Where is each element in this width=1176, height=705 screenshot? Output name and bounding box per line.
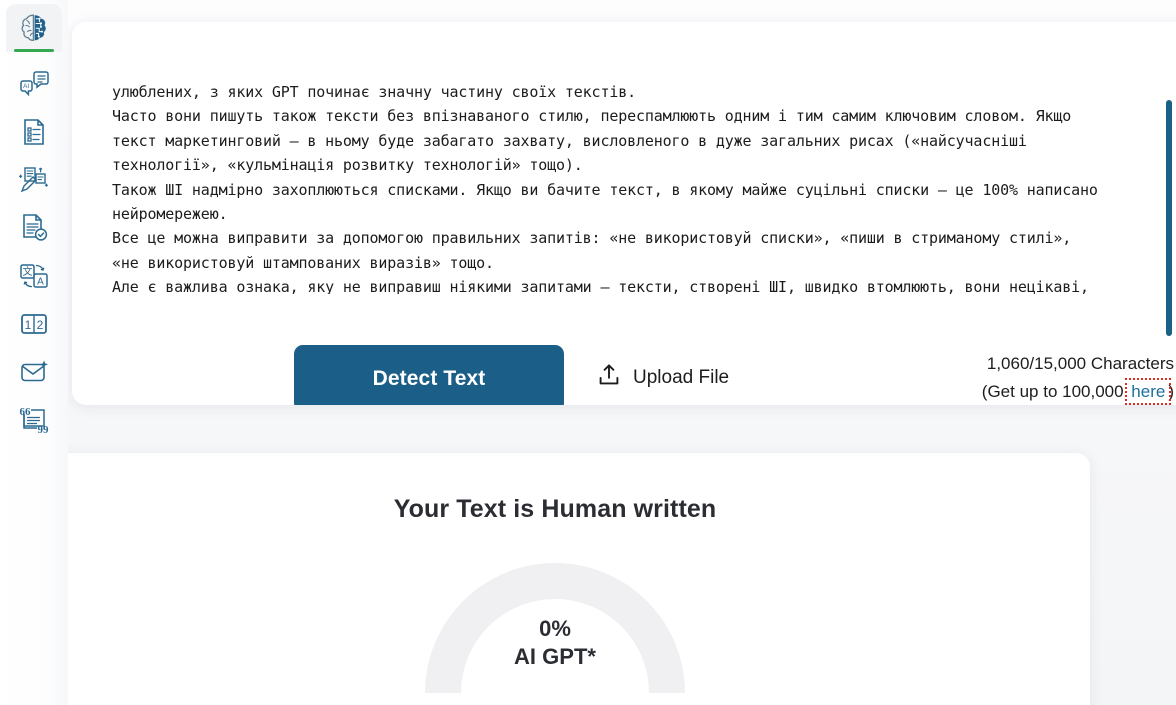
sidebar-item-ai-chat[interactable]: AI (6, 60, 62, 108)
editor-controls-row: Detect Text Upload File 1,060/15,000 Cha… (72, 322, 1176, 405)
gauge-labels: 0% AI GPT* (425, 615, 685, 671)
gauge-percent-value: 0% (539, 616, 571, 641)
sidebar-item-rewriter[interactable] (6, 156, 62, 204)
svg-text:66: 66 (20, 406, 32, 418)
brain-ai-icon (17, 11, 51, 45)
svg-text:AI: AI (23, 83, 29, 90)
editor-card: улюблених, з яких GPT починає значну час… (72, 22, 1176, 405)
ai-chat-bubbles-icon: AI (18, 68, 50, 100)
upgrade-hint: (Get up to 100,000 here) (982, 378, 1174, 405)
text-rewriter-pencil-icon (18, 165, 50, 195)
upgrade-here-link[interactable]: here (1125, 378, 1172, 405)
sidebar-item-translator[interactable]: 文 A (6, 252, 62, 300)
result-card: Your Text is Human written 0% AI GPT* (20, 453, 1090, 705)
sidebar-item-ai-detector[interactable] (6, 4, 62, 52)
quote-citation-icon: 66 99 (18, 406, 50, 434)
sidebar-rail: AI 文 A 1 2 66 99 (0, 0, 68, 705)
editor-scrollbar-thumb[interactable] (1166, 100, 1172, 336)
upload-file-label: Upload File (633, 366, 730, 388)
character-count-text: 1,060/15,000 Characters (986, 354, 1174, 373)
sidebar-item-email-writer[interactable] (6, 348, 62, 396)
verdict-heading: Your Text is Human written (393, 495, 717, 523)
editor-text-content[interactable]: улюблених, з яких GPT починає значну час… (112, 80, 1174, 294)
clipped-scrolled-line (112, 22, 1112, 34)
sidebar-item-content-checklist[interactable] (6, 108, 62, 156)
svg-text:文: 文 (23, 265, 33, 278)
gauge-metric-label: AI GPT* (514, 644, 596, 670)
upgrade-hint-prefix: (Get up to 100,000 (981, 382, 1129, 401)
translate-icon: 文 A (18, 261, 50, 291)
upload-icon (596, 362, 622, 393)
character-counter: 1,060/15,000 Characters (Get up to 100,0… (982, 350, 1174, 405)
document-check-icon (19, 213, 49, 243)
detect-text-button[interactable]: Detect Text (294, 345, 564, 405)
app-page: AI 文 A 1 2 66 99 улюблених, з яких GPT п… (0, 0, 1176, 705)
text-input-area[interactable]: улюблених, з яких GPT починає значну час… (72, 22, 1176, 294)
email-sparkle-icon (18, 358, 50, 386)
sidebar-item-proofreader[interactable] (6, 204, 62, 252)
ai-score-gauge: 0% AI GPT* (425, 553, 685, 693)
number-counter-icon: 1 2 (19, 311, 49, 337)
upgrade-hint-suffix: ) (1168, 382, 1174, 401)
upload-file-button[interactable]: Upload File (596, 362, 729, 393)
svg-text:1: 1 (25, 318, 32, 332)
document-checklist-icon (19, 117, 49, 147)
svg-text:A: A (37, 276, 44, 287)
svg-text:2: 2 (37, 318, 44, 332)
sidebar-item-word-counter[interactable]: 1 2 (6, 300, 62, 348)
sidebar-item-citation-generator[interactable]: 66 99 (6, 396, 62, 444)
